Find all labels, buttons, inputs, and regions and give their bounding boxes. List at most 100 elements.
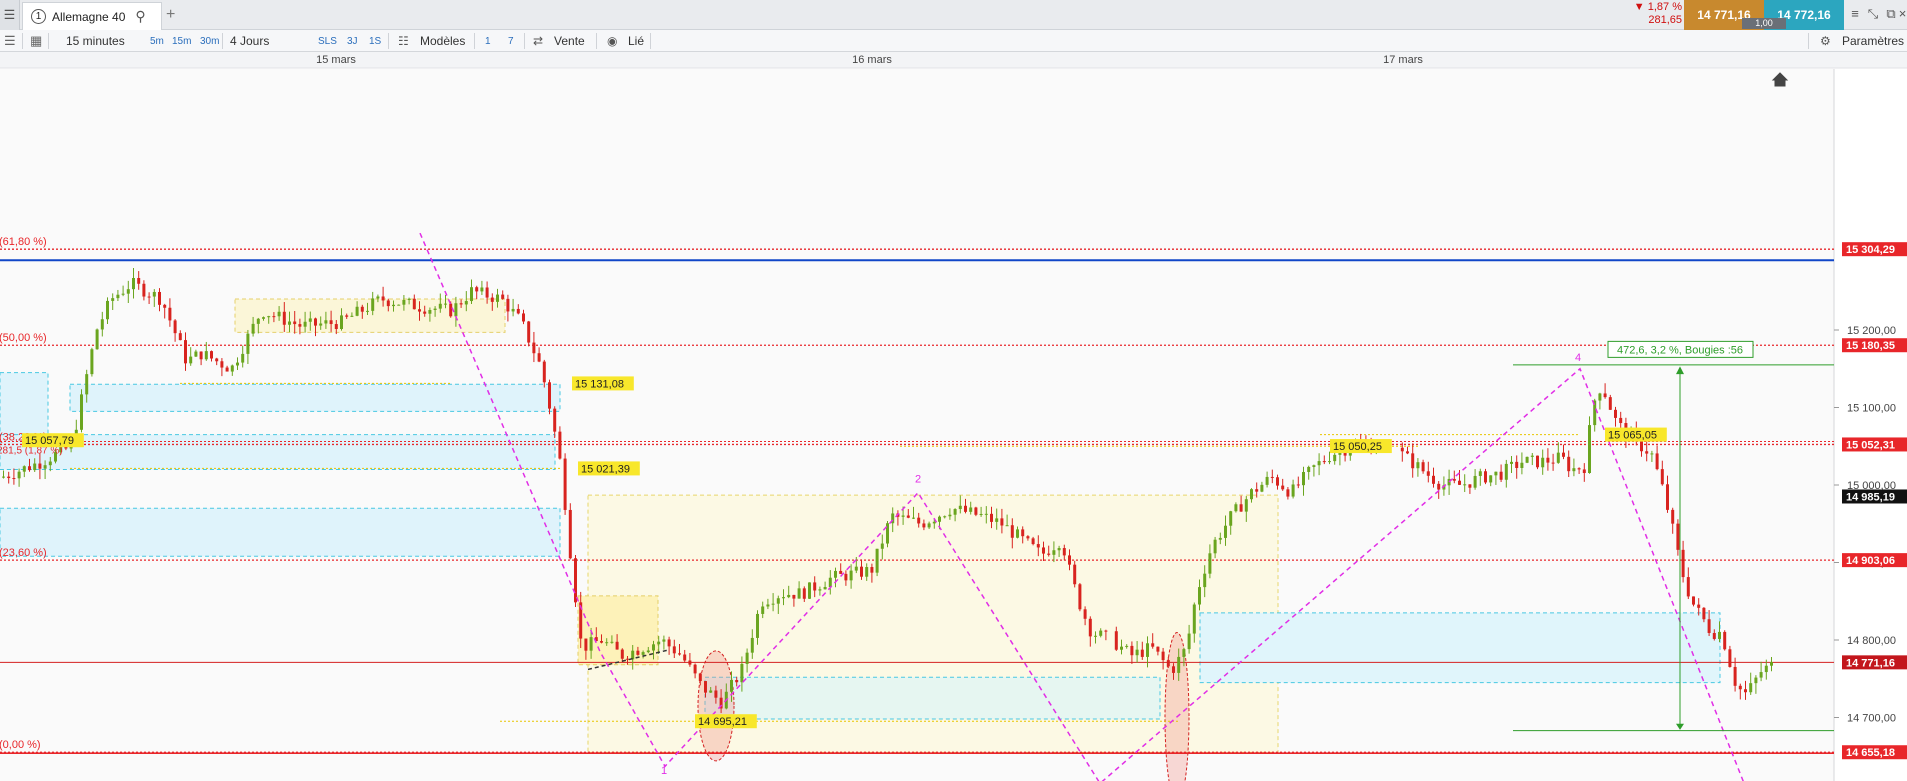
candle-body[interactable] — [251, 323, 255, 334]
candle-body[interactable] — [1400, 447, 1404, 452]
eye-icon[interactable]: ◉ — [607, 30, 617, 52]
chart-canvas[interactable]: 15 mars 16 mars 17 mars 12345472,6, 3,2 … — [0, 52, 1907, 781]
candle-body[interactable] — [282, 311, 286, 325]
candle-body[interactable] — [1764, 665, 1768, 673]
candle-body[interactable] — [714, 690, 718, 698]
candle-body[interactable] — [298, 324, 302, 327]
candle-body[interactable] — [1723, 631, 1727, 650]
candle-body[interactable] — [683, 654, 687, 661]
candle-body[interactable] — [1504, 463, 1508, 480]
interval-5m-button[interactable]: 5m — [150, 30, 164, 52]
candle-body[interactable] — [168, 307, 172, 321]
candle-body[interactable] — [1619, 417, 1623, 424]
candle-body[interactable] — [693, 664, 697, 674]
layout-icon[interactable]: ▦ — [30, 30, 42, 52]
candle-body[interactable] — [615, 641, 619, 650]
candle-body[interactable] — [340, 315, 343, 330]
candle-body[interactable] — [1042, 547, 1045, 554]
candle-body[interactable] — [1530, 455, 1534, 457]
candle-body[interactable] — [490, 297, 494, 302]
candle-body[interactable] — [407, 298, 411, 300]
candle-body[interactable] — [532, 342, 536, 354]
candle-body[interactable] — [433, 308, 437, 310]
candle-body[interactable] — [412, 298, 416, 310]
candle-body[interactable] — [1473, 475, 1477, 488]
candle-body[interactable] — [402, 299, 406, 305]
candle-body[interactable] — [631, 650, 635, 660]
candle-body[interactable] — [95, 329, 99, 350]
candle-body[interactable] — [163, 304, 167, 308]
candle-body[interactable] — [1302, 471, 1305, 486]
candle-body[interactable] — [542, 361, 546, 383]
candle-body[interactable] — [355, 306, 359, 316]
candle-body[interactable] — [787, 594, 791, 598]
candle-body[interactable] — [1676, 523, 1680, 550]
candle-body[interactable] — [1536, 455, 1539, 468]
candle-body[interactable] — [948, 514, 952, 517]
candle-body[interactable] — [823, 586, 827, 590]
candle-body[interactable] — [1478, 471, 1482, 476]
candle-body[interactable] — [80, 394, 83, 430]
zone-rectangle[interactable] — [69, 383, 561, 412]
candle-body[interactable] — [132, 277, 135, 290]
candle-body[interactable] — [886, 523, 889, 544]
candle-body[interactable] — [672, 646, 676, 654]
candle-body[interactable] — [1286, 489, 1290, 497]
candle-body[interactable] — [974, 507, 978, 515]
candle-body[interactable] — [121, 293, 125, 295]
candle-body[interactable] — [1151, 643, 1155, 647]
candle-body[interactable] — [1250, 489, 1253, 500]
candle-body[interactable] — [766, 604, 770, 607]
list-icon[interactable]: ≡ — [1848, 6, 1862, 22]
candle-body[interactable] — [927, 523, 931, 528]
candle-body[interactable] — [1276, 477, 1279, 486]
candle-body[interactable] — [1707, 619, 1711, 633]
candle-body[interactable] — [1021, 529, 1025, 537]
candle-body[interactable] — [1062, 548, 1066, 556]
candle-body[interactable] — [459, 303, 463, 305]
candle-body[interactable] — [1759, 672, 1763, 678]
candle-body[interactable] — [152, 291, 156, 297]
candle-body[interactable] — [444, 303, 447, 305]
candle-body[interactable] — [1047, 553, 1051, 555]
candle-body[interactable] — [1265, 476, 1269, 485]
candle-body[interactable] — [319, 323, 323, 326]
candle-body[interactable] — [849, 570, 853, 581]
candle-body[interactable] — [626, 658, 629, 660]
plus-icon[interactable]: + — [166, 6, 175, 24]
interval-select[interactable]: 15 minutes — [66, 30, 125, 52]
candle-body[interactable] — [1650, 453, 1654, 455]
link-button[interactable]: Lié — [628, 30, 644, 52]
candle-body[interactable] — [1088, 618, 1092, 637]
candle-body[interactable] — [506, 298, 510, 312]
candle-body[interactable] — [194, 351, 198, 357]
candle-body[interactable] — [1515, 461, 1519, 468]
candle-body[interactable] — [548, 382, 551, 409]
candle-body[interactable] — [558, 431, 562, 459]
candle-body[interactable] — [1213, 539, 1217, 554]
candle-body[interactable] — [730, 679, 733, 692]
candle-body[interactable] — [1660, 469, 1664, 485]
candle-body[interactable] — [646, 650, 650, 653]
candle-body[interactable] — [1161, 651, 1165, 661]
candle-body[interactable] — [771, 603, 775, 605]
candle-body[interactable] — [605, 642, 609, 644]
candle-body[interactable] — [688, 660, 692, 665]
list-icon[interactable]: ☰ — [4, 30, 16, 52]
candle-body[interactable] — [303, 321, 307, 327]
candle-body[interactable] — [698, 673, 702, 682]
candle-body[interactable] — [485, 287, 489, 298]
candle-body[interactable] — [12, 478, 16, 480]
candle-body[interactable] — [1572, 468, 1576, 472]
candle-body[interactable] — [522, 313, 525, 322]
candle-body[interactable] — [568, 509, 572, 559]
candle-body[interactable] — [1744, 689, 1747, 693]
candle-body[interactable] — [813, 582, 817, 591]
candle-body[interactable] — [917, 517, 921, 524]
candle-body[interactable] — [1733, 666, 1737, 686]
candle-body[interactable] — [1005, 525, 1009, 527]
hamburger-icon[interactable]: ☰ — [0, 0, 20, 30]
candle-body[interactable] — [288, 321, 291, 325]
candle-body[interactable] — [756, 613, 759, 638]
close-icon[interactable]: × — [1898, 6, 1907, 22]
